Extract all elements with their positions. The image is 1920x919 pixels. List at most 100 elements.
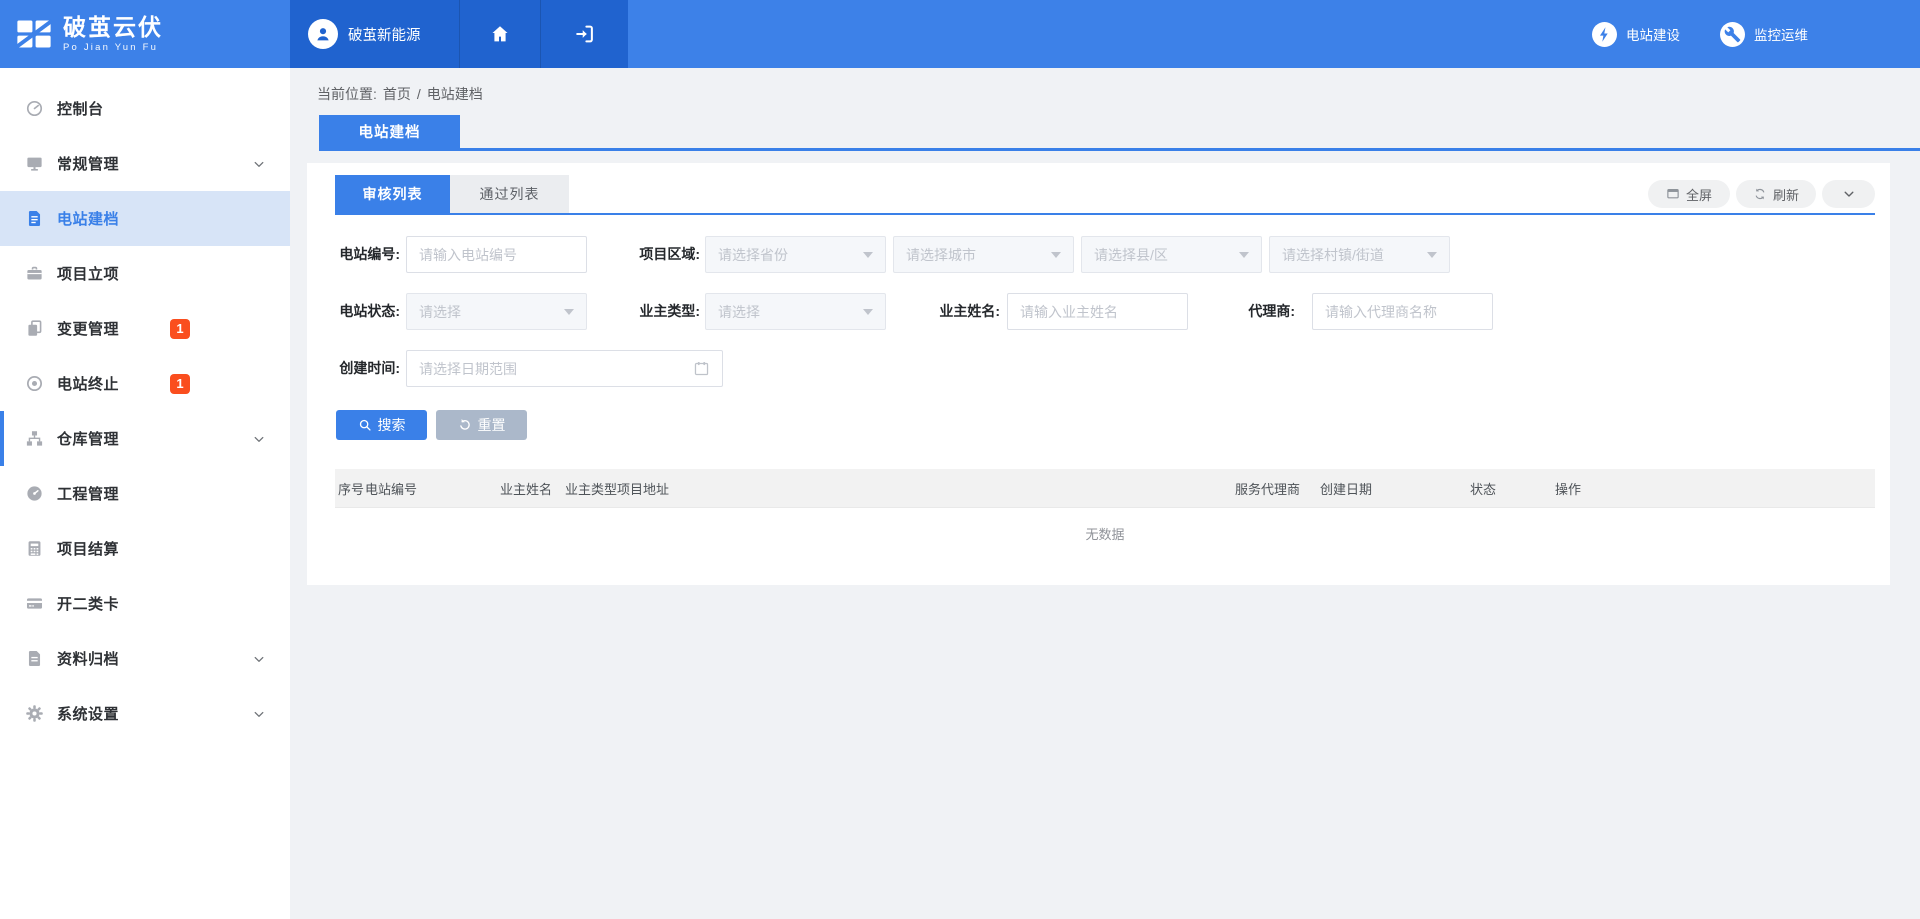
tab-passed-list[interactable]: 通过列表 — [450, 175, 569, 213]
briefcase-icon — [25, 264, 44, 283]
refresh-icon — [1753, 187, 1767, 201]
table-empty-text: 无数据 — [335, 508, 1875, 558]
county-select[interactable]: 请选择县/区 — [1081, 236, 1262, 273]
sidebar-item-label: 开二类卡 — [57, 593, 119, 614]
fullscreen-icon — [1666, 187, 1680, 201]
sidebar-item-change-mgmt[interactable]: 变更管理 1 — [0, 301, 290, 356]
caret-down-icon — [863, 309, 873, 315]
chevron-down-icon — [252, 652, 266, 666]
main-panel: 审核列表 通过列表 全屏 刷新 电站编号: 项目区域: 请选择省份 请选择城市 … — [307, 163, 1890, 585]
region-label: 项目区域: — [633, 236, 700, 273]
home-button[interactable] — [459, 0, 541, 68]
station-no-input[interactable] — [406, 236, 587, 273]
refresh-button[interactable]: 刷新 — [1736, 180, 1816, 208]
owner-type-label: 业主类型: — [633, 293, 700, 330]
sidebar-item-label: 项目结算 — [57, 538, 119, 559]
calculator-icon — [25, 539, 44, 558]
column-header-actions: 操作 — [1555, 479, 1875, 498]
owner-name-label: 业主姓名: — [928, 293, 1000, 330]
app-subtitle: Po Jian Yun Fu — [63, 42, 163, 53]
lightning-icon — [1592, 22, 1617, 47]
sidebar-item-system-settings[interactable]: 系统设置 — [0, 686, 290, 741]
village-select[interactable]: 请选择村镇/街道 — [1269, 236, 1450, 273]
sidebar-item-warehouse-mgmt[interactable]: 仓库管理 — [0, 411, 290, 466]
collapse-toggle-button[interactable] — [1822, 180, 1875, 208]
city-select[interactable]: 请选择城市 — [893, 236, 1074, 273]
date-range-input[interactable]: 请选择日期范围 — [406, 350, 723, 387]
copy-icon — [25, 319, 44, 338]
sidebar-item-project-settlement[interactable]: 项目结算 — [0, 521, 290, 576]
module-monitoring-ops[interactable]: 监控运维 — [1720, 22, 1808, 47]
breadcrumb-current: 电站建档 — [427, 86, 483, 102]
sidebar-item-general-mgmt[interactable]: 常规管理 — [0, 136, 290, 191]
sidebar-item-station-archive[interactable]: 电站建档 — [0, 191, 290, 246]
tab-review-list[interactable]: 审核列表 — [335, 175, 450, 213]
sidebar-item-label: 资料归档 — [57, 648, 119, 669]
reset-label: 重置 — [478, 415, 506, 435]
station-no-label: 电站编号: — [328, 236, 400, 273]
target-icon — [25, 374, 44, 393]
sitemap-icon — [25, 429, 44, 448]
app-logo[interactable]: 破茧云伏 Po Jian Yun Fu — [0, 0, 290, 68]
reset-icon — [458, 418, 472, 432]
owner-name-input[interactable] — [1007, 293, 1188, 330]
login-arrow-icon — [574, 23, 596, 45]
sidebar-item-type2-card[interactable]: 开二类卡 — [0, 576, 290, 631]
sidebar-item-engineering-mgmt[interactable]: 工程管理 — [0, 466, 290, 521]
sidebar-item-project-initiation[interactable]: 项目立项 — [0, 246, 290, 301]
fullscreen-label: 全屏 — [1686, 185, 1712, 204]
home-icon — [489, 23, 511, 45]
sidebar-item-label: 变更管理 — [57, 318, 119, 339]
header-user-section: 破茧新能源 — [290, 0, 628, 68]
caret-down-icon — [1051, 252, 1061, 258]
notification-badge: 1 — [170, 374, 190, 394]
company-name: 破茧新能源 — [348, 24, 421, 45]
logo-text: 破茧云伏 Po Jian Yun Fu — [63, 15, 163, 53]
gauge-icon — [25, 99, 44, 118]
gear-icon — [25, 704, 44, 723]
reset-button[interactable]: 重置 — [436, 410, 527, 440]
module-station-construction[interactable]: 电站建设 — [1592, 22, 1680, 47]
column-header-index: 序号 — [335, 479, 365, 498]
sidebar-item-label: 常规管理 — [57, 153, 119, 174]
page-tab-station-archive[interactable]: 电站建档 — [319, 115, 460, 148]
fullscreen-button[interactable]: 全屏 — [1648, 180, 1730, 208]
wrench-icon — [1720, 22, 1745, 47]
owner-type-select[interactable]: 请选择 — [705, 293, 886, 330]
station-status-select[interactable]: 请选择 — [406, 293, 587, 330]
sidebar-item-station-termination[interactable]: 电站终止 1 — [0, 356, 290, 411]
sidebar-item-console[interactable]: 控制台 — [0, 81, 290, 136]
calendar-icon — [693, 360, 710, 377]
chevron-down-icon — [1842, 187, 1856, 201]
user-menu[interactable]: 破茧新能源 — [290, 0, 459, 68]
column-header-create-date: 创建日期 — [1320, 479, 1470, 498]
archive-file-icon — [25, 649, 44, 668]
module-label: 监控运维 — [1754, 24, 1808, 44]
monitor-icon — [25, 154, 44, 173]
sidebar-item-label: 项目立项 — [57, 263, 119, 284]
breadcrumb-home-link[interactable]: 首页 — [383, 86, 411, 102]
chevron-down-icon — [252, 707, 266, 721]
logout-button[interactable] — [540, 0, 628, 68]
caret-down-icon — [564, 309, 574, 315]
tabs-underline — [335, 213, 1875, 215]
bank-card-icon — [25, 594, 44, 613]
breadcrumb-separator: / — [417, 86, 421, 102]
header-modules: 电站建设 监控运维 — [1592, 0, 1808, 68]
agent-input[interactable] — [1312, 293, 1493, 330]
search-label: 搜索 — [378, 415, 406, 435]
module-label: 电站建设 — [1626, 24, 1680, 44]
caret-down-icon — [1427, 252, 1437, 258]
search-icon — [358, 418, 372, 432]
sidebar-item-data-archive[interactable]: 资料归档 — [0, 631, 290, 686]
avatar-icon — [308, 19, 338, 49]
sidebar-item-label: 控制台 — [57, 98, 104, 119]
province-select[interactable]: 请选择省份 — [705, 236, 886, 273]
chevron-down-icon — [252, 432, 266, 446]
dial-icon — [25, 484, 44, 503]
station-status-label: 电站状态: — [328, 293, 400, 330]
column-header-project-address: 项目地址 — [617, 479, 1235, 498]
app-title: 破茧云伏 — [63, 15, 163, 40]
search-button[interactable]: 搜索 — [336, 410, 427, 440]
sidebar-item-label: 仓库管理 — [57, 428, 119, 449]
